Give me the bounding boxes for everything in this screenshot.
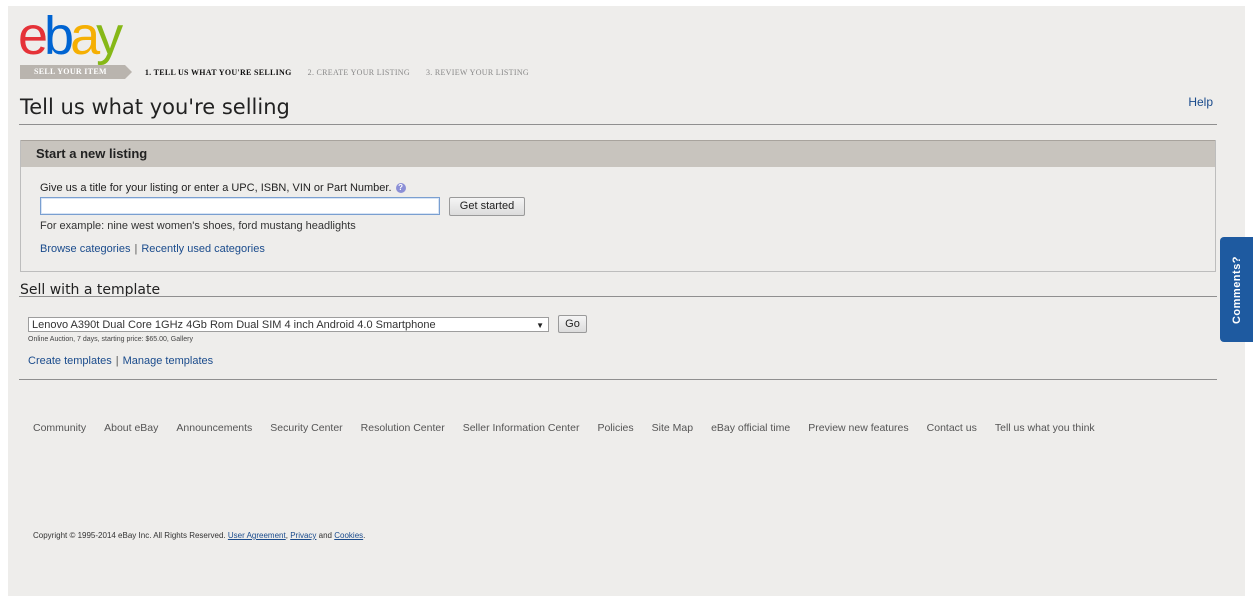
step-1: 1. TELL US WHAT YOU'RE SELLING	[144, 67, 292, 77]
manage-templates-link[interactable]: Manage templates	[123, 355, 214, 367]
help-question-icon[interactable]: ?	[395, 183, 406, 194]
footer-link-contact[interactable]: Contact us	[927, 422, 977, 434]
footer-link-resolution[interactable]: Resolution Center	[361, 422, 445, 434]
period: .	[363, 531, 366, 540]
comments-tab[interactable]: Comments?	[1220, 237, 1253, 342]
example-text: For example: nine west women's shoes, fo…	[40, 220, 356, 232]
template-details: Online Auction, 7 days, starting price: …	[28, 336, 193, 343]
title-prompt: Give us a title for your listing or ente…	[40, 182, 406, 194]
template-selected-value: Lenovo A390t Dual Core 1GHz 4Gb Rom Dual…	[32, 319, 436, 331]
footer-divider	[19, 379, 1217, 380]
title-prompt-text: Give us a title for your listing or ente…	[40, 182, 392, 194]
user-agreement-link[interactable]: User Agreement	[228, 531, 286, 540]
listing-title-input[interactable]	[40, 197, 440, 215]
logo-letter-y: y	[96, 6, 123, 66]
template-links: Create templates | Manage templates	[28, 355, 213, 367]
help-link[interactable]: Help	[1188, 95, 1213, 109]
browse-categories-link[interactable]: Browse categories	[40, 243, 131, 255]
link-separator: |	[115, 355, 119, 367]
new-listing-panel: Start a new listing Give us a title for …	[20, 140, 1216, 272]
new-listing-header: Start a new listing	[21, 140, 1215, 167]
logo-letter-a: a	[70, 6, 100, 66]
footer-link-announcements[interactable]: Announcements	[176, 422, 252, 434]
page-title: Tell us what you're selling	[20, 95, 290, 119]
link-separator: |	[134, 243, 138, 255]
logo-letter-b: b	[44, 6, 74, 66]
footer-link-sitemap[interactable]: Site Map	[652, 422, 693, 434]
progress-steps: SELL YOUR ITEM 1. TELL US WHAT YOU'RE SE…	[20, 65, 529, 79]
and-text: and	[318, 531, 333, 540]
title-divider	[19, 124, 1217, 125]
create-templates-link[interactable]: Create templates	[28, 355, 112, 367]
footer-nav: Community About eBay Announcements Secur…	[33, 422, 1113, 434]
sell-your-item-badge: SELL YOUR ITEM	[20, 65, 132, 79]
copyright: Copyright © 1995-2014 eBay Inc. All Righ…	[33, 531, 365, 540]
comma: ,	[285, 531, 288, 540]
step-2: 2. CREATE YOUR LISTING	[307, 67, 410, 77]
dropdown-arrow-icon: ▼	[536, 321, 544, 330]
template-divider	[19, 296, 1217, 297]
recent-categories-link[interactable]: Recently used categories	[141, 243, 265, 255]
ebay-logo[interactable]: ebay	[18, 6, 123, 66]
privacy-link[interactable]: Privacy	[290, 531, 316, 540]
go-button[interactable]: Go	[558, 315, 587, 333]
footer-link-policies[interactable]: Policies	[597, 422, 633, 434]
copyright-text: Copyright © 1995-2014 eBay Inc. All Righ…	[33, 531, 226, 540]
category-links: Browse categories | Recently used categori…	[40, 243, 265, 255]
footer-link-community[interactable]: Community	[33, 422, 86, 434]
footer-link-official-time[interactable]: eBay official time	[711, 422, 790, 434]
footer-link-seller-info[interactable]: Seller Information Center	[463, 422, 580, 434]
footer-link-about[interactable]: About eBay	[104, 422, 158, 434]
template-select[interactable]: Lenovo A390t Dual Core 1GHz 4Gb Rom Dual…	[28, 317, 549, 332]
step-3: 3. REVIEW YOUR LISTING	[425, 67, 529, 77]
page-background: ebay SELL YOUR ITEM 1. TELL US WHAT YOU'…	[8, 6, 1245, 596]
footer-link-feedback[interactable]: Tell us what you think	[995, 422, 1095, 434]
get-started-button[interactable]: Get started	[449, 197, 525, 216]
footer-link-security[interactable]: Security Center	[270, 422, 342, 434]
logo-letter-e: e	[18, 6, 48, 66]
footer-link-preview[interactable]: Preview new features	[808, 422, 908, 434]
cookies-link[interactable]: Cookies	[334, 531, 363, 540]
comments-tab-label: Comments?	[1230, 255, 1243, 324]
